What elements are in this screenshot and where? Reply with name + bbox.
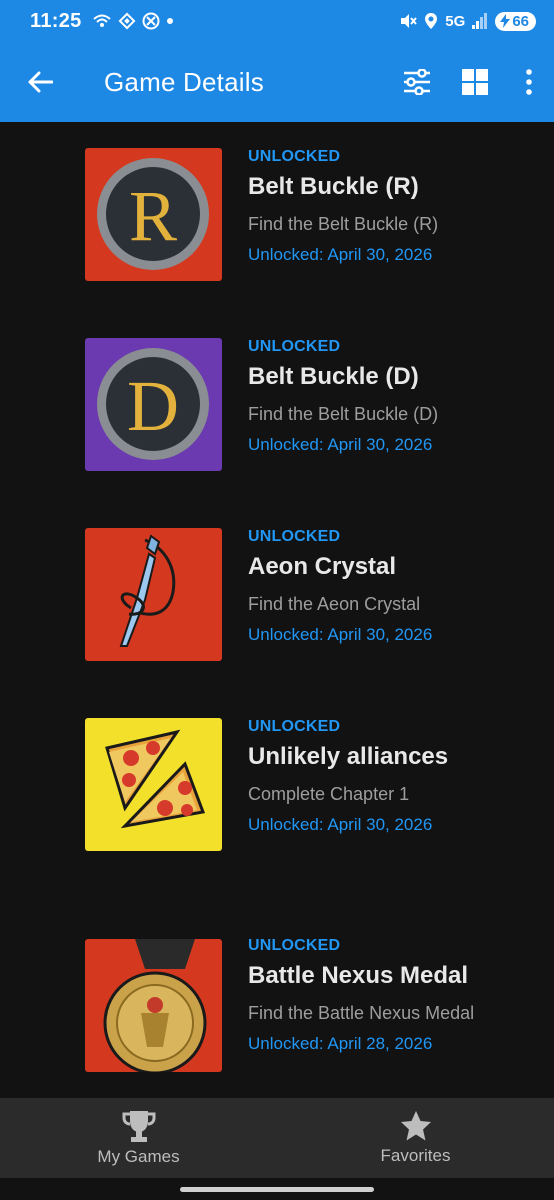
achievement-description: Complete Chapter 1 [248,784,410,804]
mute-icon [401,14,418,28]
achievement-info: UNLOCKED Belt Buckle (D) Find the Belt B… [248,338,528,456]
tune-icon [404,69,430,95]
status-time: 11:25 [30,9,82,32]
achievement-info: UNLOCKED Battle Nexus Medal Find the Bat… [248,937,528,1055]
status-badge: UNLOCKED [248,528,341,545]
belt-buckle-d-icon: D [85,338,222,471]
gesture-handle[interactable] [180,1187,374,1192]
grid-icon [462,69,488,95]
achievement-info: UNLOCKED Belt Buckle (R) Find the Belt B… [248,148,528,266]
xbox-icon [142,12,160,30]
nav-my-games-label: My Games [97,1147,180,1166]
unlock-date: Unlocked: April 30, 2026 [248,625,433,644]
diamond-app-icon [118,12,136,30]
app-bar: Game Details [0,42,554,122]
unlock-date: Unlocked: April 30, 2026 [248,435,433,454]
location-icon [425,13,438,29]
unlock-date: Unlocked: April 30, 2026 [248,245,433,264]
status-badge: UNLOCKED [248,718,341,735]
achievement-name: Belt Buckle (R) [248,173,419,200]
battery-indicator: 66 [495,11,536,31]
belt-buckle-r-icon: R [85,148,222,281]
unlock-date: Unlocked: April 30, 2026 [248,815,433,834]
bottom-nav: My Games Favorites [0,1098,554,1178]
page-title: Game Details [104,66,264,97]
charging-icon [500,14,511,28]
status-right: 5G 66 [399,11,536,31]
nav-favorites-label: Favorites [380,1146,451,1165]
achievement-description: Find the Belt Buckle (D) [248,404,439,424]
achievement-name: Belt Buckle (D) [248,363,419,390]
more-options-button[interactable] [504,42,554,122]
filter-button[interactable] [388,42,446,122]
more-vert-icon [526,69,532,95]
aeon-crystal-icon [85,528,222,661]
grid-view-button[interactable] [446,42,504,122]
nav-favorites[interactable]: Favorites [277,1098,554,1178]
network-type: 5G [445,12,466,30]
battery-level: 66 [512,12,529,30]
achievement-name: Aeon Crystal [248,553,397,580]
svg-text:R: R [129,176,177,256]
signal-icon [472,13,488,29]
pizza-icon [85,718,222,851]
status-bar: 11:25 5G 66 [0,0,554,42]
notification-dot-icon [166,18,173,24]
achievement-name: Battle Nexus Medal [248,962,469,989]
app-actions [388,42,554,122]
status-badge: UNLOCKED [248,937,341,954]
achievement-info: UNLOCKED Unlikely alliances Complete Cha… [248,718,528,836]
achievement-list[interactable]: R UNLOCKED Belt Buckle (R) Find the Belt… [0,122,554,1098]
unlock-date: Unlocked: April 28, 2026 [248,1034,433,1053]
wifi-calling-icon [92,14,111,27]
medal-icon [85,939,222,1072]
svg-text:D: D [127,366,179,446]
achievement-description: Find the Aeon Crystal [248,594,421,614]
status-left-icons [92,12,174,30]
achievement-info: UNLOCKED Aeon Crystal Find the Aeon Crys… [248,528,528,646]
status-badge: UNLOCKED [248,148,341,165]
trophy-icon [122,1111,155,1142]
arrow-back-icon [28,71,53,93]
status-badge: UNLOCKED [248,338,341,355]
achievement-name: Unlikely alliances [248,743,449,770]
achievement-description: Find the Battle Nexus Medal [248,1003,475,1023]
star-icon [400,1111,431,1141]
achievement-description: Find the Belt Buckle (R) [248,214,439,234]
nav-my-games[interactable]: My Games [0,1098,277,1178]
back-button[interactable] [0,42,80,122]
